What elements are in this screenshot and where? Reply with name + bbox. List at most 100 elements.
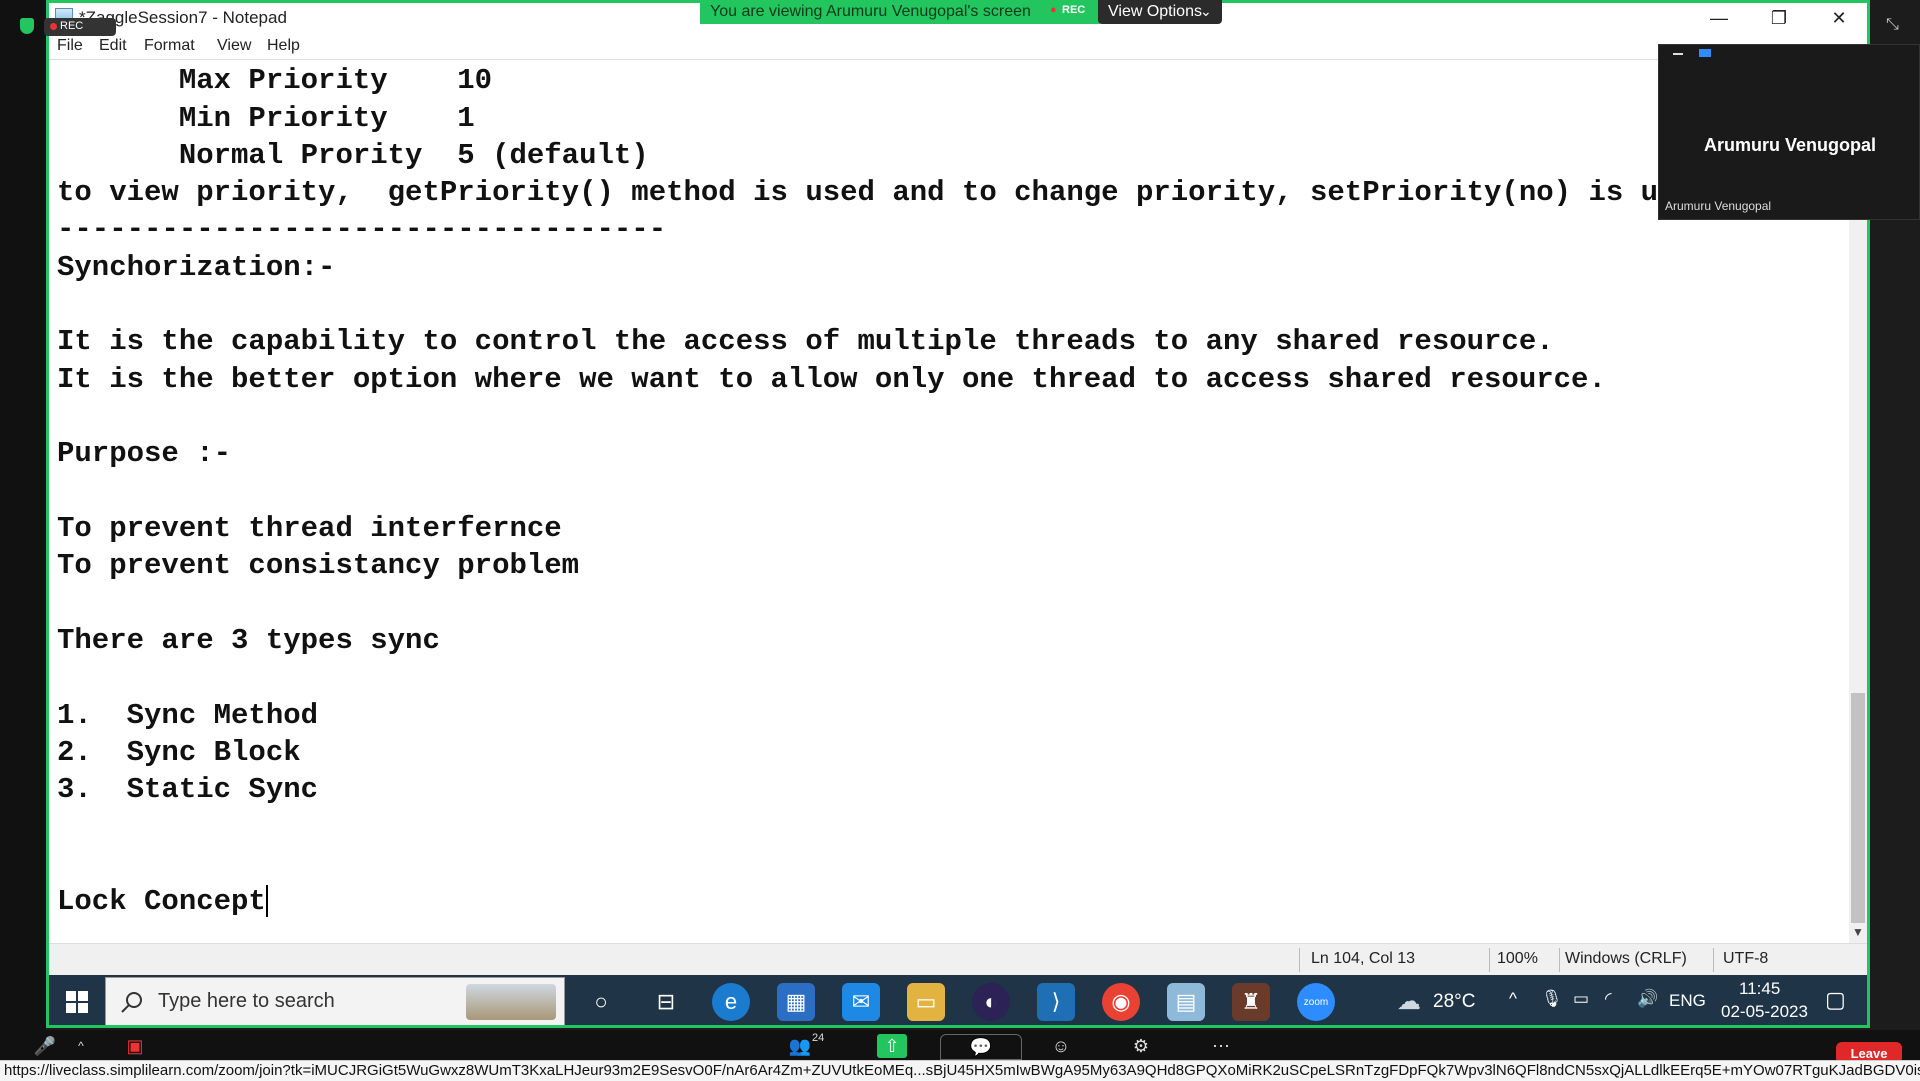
search-icon <box>121 992 142 1013</box>
chevron-down-icon: ⌄ <box>1200 3 1212 19</box>
minimize-icon: — <box>1710 7 1728 28</box>
mic-muted-icon[interactable]: 🎤 <box>30 1034 60 1058</box>
shared-screen: *ZaggleSession7 - Notepad — ❐ ✕ File Edi… <box>46 0 1870 1028</box>
editor-line: Max Priority 10 <box>57 64 493 97</box>
participant-label: Arumuru Venugopal <box>1665 199 1772 213</box>
zoom-level: 100% <box>1497 950 1538 967</box>
status-divider <box>1559 948 1560 972</box>
close-button[interactable]: ✕ <box>1809 3 1867 33</box>
minimize-button[interactable]: — <box>1689 3 1749 33</box>
rec-indicator: REC <box>44 18 116 36</box>
editor-line: Lock Concept <box>57 885 268 918</box>
search-placeholder: Type here to search <box>158 990 335 1012</box>
more-options-icon[interactable]: ⋯ <box>1206 1034 1236 1058</box>
panel-view-icon[interactable] <box>1699 49 1711 57</box>
participants-icon[interactable]: 👥 <box>785 1034 815 1058</box>
cursor-position: Ln 104, Col 13 <box>1311 950 1416 967</box>
settings-gear-icon[interactable]: ⚙ <box>1126 1034 1156 1058</box>
menu-format[interactable]: Format <box>144 37 195 55</box>
banner-rec-label: REC <box>1062 4 1086 16</box>
weather-icon: ☁ <box>1397 988 1421 1015</box>
view-options-button[interactable]: View Options ⌄ <box>1098 0 1222 24</box>
editor-line: to view priority, getPriority() method i… <box>57 176 1659 209</box>
editor-line: 3. Static Sync <box>57 773 319 806</box>
banner-rec-dot-icon: ● <box>1050 4 1057 16</box>
notepad-taskbar-icon[interactable]: ▤ <box>1167 983 1205 1021</box>
mail-icon[interactable]: ✉ <box>842 983 880 1021</box>
close-icon: ✕ <box>1831 7 1847 28</box>
edge-icon[interactable]: e <box>712 983 750 1021</box>
editor-line: It is the capability to control the acce… <box>57 325 1554 358</box>
search-highlight-image <box>466 984 556 1020</box>
participant-name: Arumuru Venugopal <box>1703 135 1876 155</box>
minimize-panel-icon[interactable] <box>1673 53 1683 55</box>
editor-line: 2. Sync Block <box>57 736 301 769</box>
restore-icon: ❐ <box>1770 7 1788 28</box>
editor-line: Synchorization:- <box>57 251 336 284</box>
view-options-label: View Options <box>1108 3 1202 20</box>
start-button[interactable] <box>49 975 105 1025</box>
zoom-app-icon[interactable]: zoom <box>1297 983 1335 1021</box>
microphone-icon[interactable]: 🎙 <box>1541 989 1563 1009</box>
battery-icon[interactable]: ▭ <box>1573 989 1589 1009</box>
weather-temp: 28°C <box>1433 991 1476 1012</box>
line-ending: Windows (CRLF) <box>1565 950 1687 967</box>
clock-time[interactable]: 11:45 <box>1739 979 1780 999</box>
editor-line: 1. Sync Method <box>57 699 319 732</box>
status-divider <box>1299 948 1300 972</box>
menu-edit[interactable]: Edit <box>99 37 127 55</box>
share-screen-icon[interactable]: ⇧ <box>877 1034 907 1058</box>
status-bar: Ln 104, Col 13 100% Windows (CRLF) UTF-8 <box>49 943 1867 975</box>
editor-line: Purpose :- <box>57 437 232 470</box>
text-caret <box>265 885 268 918</box>
app-game-icon[interactable]: ♜ <box>1232 983 1270 1021</box>
screen-share-banner: You are viewing Arumuru Venugopal's scre… <box>700 0 1100 24</box>
restore-button[interactable]: ❐ <box>1749 3 1809 33</box>
participant-video-panel: Arumuru Venugopal Arumuru Venugopal <box>1658 44 1920 220</box>
menubar: File Edit Format View Help <box>49 33 1867 59</box>
language-indicator[interactable]: ENG <box>1669 991 1706 1011</box>
url-text: https://liveclass.simplilearn.com/zoom/j… <box>4 1062 1920 1079</box>
chrome-icon[interactable]: ◉ <box>1102 983 1140 1021</box>
editor-line: Min Priority 1 <box>57 102 475 135</box>
mic-options-chevron-icon[interactable]: ^ <box>66 1034 96 1058</box>
editor-line: There are 3 types sync <box>57 624 440 657</box>
task-view-icon[interactable]: ⊟ <box>647 983 685 1021</box>
cortana-icon[interactable]: ○ <box>582 983 620 1021</box>
store-icon[interactable]: ▦ <box>777 983 815 1021</box>
menu-view[interactable]: View <box>217 37 251 55</box>
eclipse-icon[interactable]: ◐ <box>972 983 1010 1021</box>
clock-date[interactable]: 02-05-2023 <box>1721 1002 1808 1022</box>
taskbar-search[interactable]: Type here to search <box>105 977 565 1025</box>
status-divider <box>1713 948 1714 972</box>
encoding: UTF-8 <box>1723 950 1769 967</box>
chat-icon[interactable]: 💬 <box>940 1034 1022 1060</box>
zoom-controls-bar: 🎤 ^ ▣ 👥 24 ⇧ 💬 ☺ ⚙ ⋯ Leave <box>0 1030 1920 1064</box>
vscode-icon[interactable]: ⟩ <box>1037 983 1075 1021</box>
windows-icon <box>66 990 88 1013</box>
scrollbar-thumb[interactable] <box>1851 693 1865 923</box>
scroll-down-icon[interactable]: ▼ <box>1852 925 1864 939</box>
participants-count: 24 <box>812 1032 825 1044</box>
banner-text: You are viewing Arumuru Venugopal's scre… <box>710 3 1031 20</box>
menu-file[interactable]: File <box>57 37 83 55</box>
file-explorer-icon[interactable]: ▭ <box>907 983 945 1021</box>
rec-label: REC <box>60 20 84 32</box>
tray-chevron-icon[interactable]: ^ <box>1509 989 1517 1009</box>
volume-icon[interactable]: 🔊 <box>1637 989 1658 1009</box>
rec-dot-icon <box>50 23 57 30</box>
browser-url-status: https://liveclass.simplilearn.com/zoom/j… <box>0 1060 1920 1081</box>
editor-line: To prevent consistancy problem <box>57 549 580 582</box>
status-divider <box>1489 948 1490 972</box>
exit-fullscreen-icon[interactable]: ⤡ <box>1886 16 1904 34</box>
video-off-icon[interactable]: ▣ <box>120 1034 150 1058</box>
reactions-icon[interactable]: ☺ <box>1046 1034 1076 1058</box>
menu-help[interactable]: Help <box>267 37 300 55</box>
notification-icon[interactable]: ▢ <box>1825 987 1846 1013</box>
editor-line: Normal Prority 5 (default) <box>57 139 649 172</box>
wifi-icon[interactable]: ◜ <box>1605 989 1612 1009</box>
text-editor[interactable]: Max Priority 10 Min Priority 1 Normal Pr… <box>49 59 1849 938</box>
windows-taskbar: Type here to search ○ ⊟ e ▦ ✉ ▭ ◐ ⟩ ◉ ▤ … <box>49 975 1867 1025</box>
editor-line: It is the better option where we want to… <box>57 363 1606 396</box>
shield-icon <box>20 18 34 34</box>
